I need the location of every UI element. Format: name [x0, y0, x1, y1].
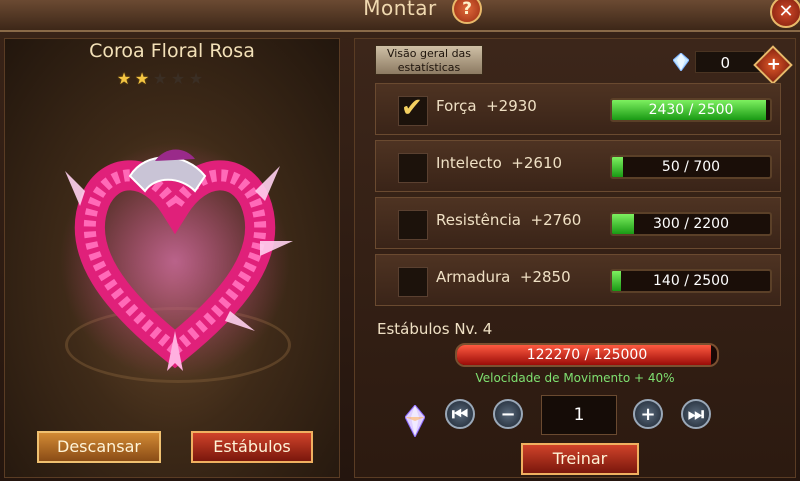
stat-progress-text: 140 / 2500	[653, 273, 729, 289]
stat-label: Armadura +2850	[436, 268, 571, 286]
star-icon: ★	[188, 69, 204, 88]
stables-level-label: Estábulos Nv. 4	[377, 320, 493, 338]
stat-progress-bar: 50 / 700	[610, 155, 772, 179]
stat-row-intelecto: Intelecto +2610 50 / 700	[375, 140, 781, 192]
stat-progress-bar: 2430 / 2500	[610, 98, 772, 122]
movement-speed-bonus: Velocidade de Movimento + 40%	[475, 371, 675, 385]
star-icon: ★	[116, 69, 132, 88]
title-bar: Montar ? ✕	[0, 0, 800, 32]
checkmark-icon: ✔	[401, 93, 423, 123]
mount-star-rating: ★ ★ ★ ★ ★	[115, 69, 205, 88]
crystal-icon	[673, 53, 689, 71]
stat-progress-bar: 300 / 2200	[610, 212, 772, 236]
stat-row-armadura: Armadura +2850 140 / 2500	[375, 254, 781, 306]
stables-button[interactable]: Estábulos	[191, 431, 313, 463]
stat-row-resistencia: Resistência +2760 300 / 2200	[375, 197, 781, 249]
stat-label: Força +2930	[436, 97, 537, 115]
question-icon[interactable]: ?	[452, 0, 482, 24]
train-quantity-field[interactable]: 1	[541, 395, 617, 435]
skip-first-icon[interactable]: ⏮	[445, 399, 475, 429]
stats-overview-button[interactable]: Visão geral das estatísticas	[375, 45, 483, 75]
stables-progress-text: 122270 / 125000	[526, 347, 648, 363]
stat-row-forca: ✔ Força +2930 2430 / 2500	[375, 83, 781, 135]
stat-progress-text: 300 / 2200	[653, 216, 729, 232]
mount-preview-panel: Coroa Floral Rosa ★ ★ ★ ★ ★ Descansar Estábu…	[4, 38, 340, 478]
mount-name: Coroa Floral Rosa	[89, 40, 255, 62]
train-button[interactable]: Treinar	[521, 443, 639, 475]
star-icon: ★	[134, 69, 150, 88]
stat-progress-bar: 140 / 2500	[610, 269, 772, 293]
rest-button[interactable]: Descansar	[37, 431, 161, 463]
mount-window: Montar ? ✕ Coroa Floral Rosa ★ ★ ★ ★ ★ Desca	[0, 0, 800, 481]
stat-label: Resistência +2760	[436, 211, 582, 229]
mount-stats-panel: Visão geral das estatísticas 0 + ✔ Força…	[354, 38, 796, 478]
stat-checkbox[interactable]: ✔	[398, 93, 428, 126]
window-title: Montar	[363, 0, 437, 20]
stat-progress-text: 50 / 700	[661, 159, 721, 175]
star-icon: ★	[170, 69, 186, 88]
star-icon: ★	[152, 69, 168, 88]
stables-progress-bar: 122270 / 125000	[455, 343, 719, 367]
plus-icon[interactable]: +	[633, 399, 663, 429]
skip-last-icon[interactable]: ⏭	[681, 399, 711, 429]
stat-checkbox[interactable]	[398, 210, 428, 240]
stat-label: Intelecto +2610	[436, 154, 563, 172]
minus-icon[interactable]: −	[493, 399, 523, 429]
mount-image	[60, 143, 293, 379]
stat-progress-text: 2430 / 2500	[648, 102, 734, 118]
crystal-icon	[405, 405, 425, 437]
close-icon[interactable]: ✕	[770, 0, 800, 28]
stat-checkbox[interactable]	[398, 267, 428, 297]
stat-checkbox[interactable]	[398, 153, 428, 183]
